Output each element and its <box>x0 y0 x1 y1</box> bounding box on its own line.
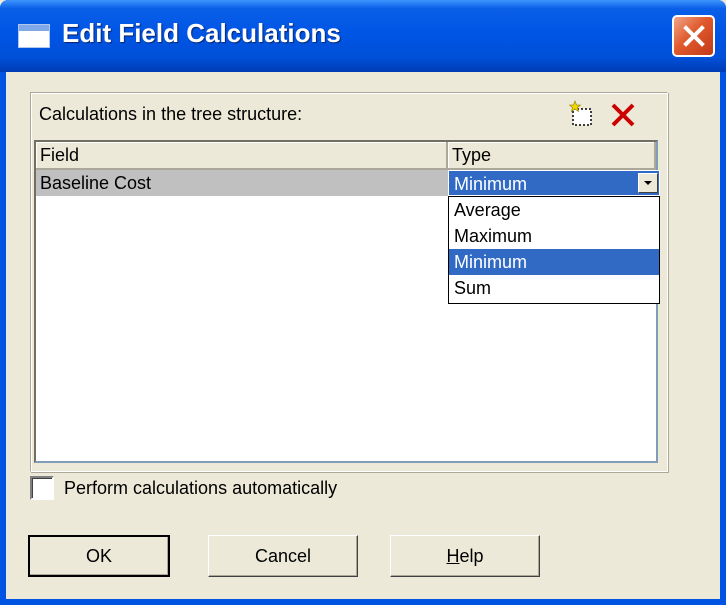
column-header-field[interactable]: Field <box>36 142 448 170</box>
chevron-down-icon[interactable] <box>638 173 658 193</box>
window-icon <box>18 24 50 48</box>
type-dropdown-list[interactable]: Average Maximum Minimum Sum <box>448 196 660 304</box>
help-accelerator: H <box>446 546 460 566</box>
dialog-window: Edit Field Calculations Calculations in … <box>0 0 726 605</box>
window-title: Edit Field Calculations <box>62 18 341 48</box>
table-row-field-cell[interactable]: Baseline Cost <box>36 170 448 196</box>
dropdown-option-minimum[interactable]: Minimum <box>449 249 659 275</box>
auto-calc-checkbox[interactable] <box>30 476 54 500</box>
dialog-body: Calculations in the tree structure: Fiel… <box>6 72 720 599</box>
type-combobox[interactable]: Minimum <box>448 170 660 196</box>
new-item-icon[interactable] <box>569 99 595 129</box>
dropdown-option-average[interactable]: Average <box>449 197 659 223</box>
cancel-button[interactable]: Cancel <box>208 535 358 577</box>
auto-calc-label[interactable]: Perform calculations automatically <box>64 478 337 499</box>
dropdown-option-sum[interactable]: Sum <box>449 275 659 301</box>
delete-x-icon[interactable] <box>609 101 637 129</box>
close-icon <box>683 25 705 47</box>
group-label: Calculations in the tree structure: <box>39 104 303 124</box>
dropdown-option-maximum[interactable]: Maximum <box>449 223 659 249</box>
close-button[interactable] <box>672 15 715 57</box>
help-button[interactable]: Help <box>390 535 540 577</box>
help-label-rest: elp <box>459 546 484 566</box>
type-combobox-value: Minimum <box>454 174 528 194</box>
calculations-group: Calculations in the tree structure: Fiel… <box>30 92 668 472</box>
calculations-list[interactable]: Field Type Baseline Cost Minimum Average… <box>34 140 660 463</box>
ok-button[interactable]: OK <box>28 535 170 577</box>
column-header-type[interactable]: Type <box>448 142 656 170</box>
title-bar[interactable]: Edit Field Calculations <box>0 0 726 72</box>
